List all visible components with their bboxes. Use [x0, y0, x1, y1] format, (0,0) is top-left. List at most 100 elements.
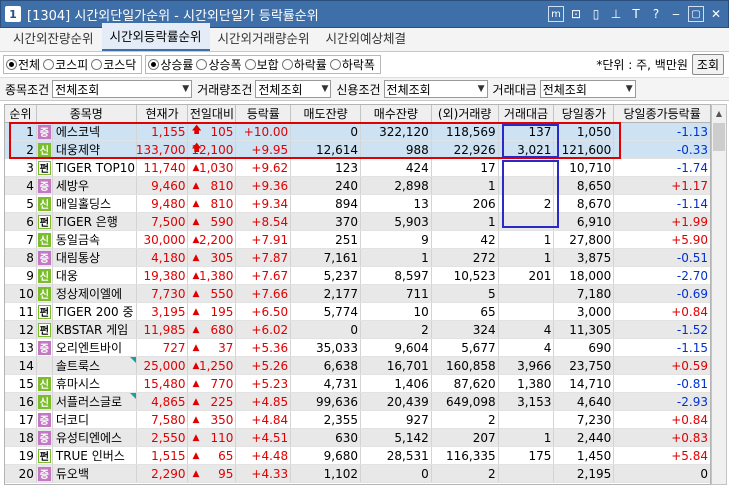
table-row[interactable]: 9 신 대웅 19,380 ▲ 1,380 +7.67 5,237 8,597 10,523 201…: [5, 267, 710, 285]
stock-name-cell[interactable]: 휴마시스: [53, 375, 137, 392]
restore-icon[interactable]: ▢: [688, 6, 704, 22]
stock-name-cell[interactable]: 정상제이엘에: [53, 285, 137, 302]
pin-icon[interactable]: ⊥: [608, 6, 624, 22]
change-cell: ▲ 195: [188, 303, 237, 320]
close-icon[interactable]: ✕: [708, 6, 724, 22]
stock-name-cell[interactable]: 세방우: [53, 177, 137, 194]
link-icon[interactable]: ⊡: [568, 6, 584, 22]
col-change[interactable]: 전일대비: [188, 105, 237, 122]
table-row[interactable]: 17 증 더코디 7,580 ▲ 350 +4.84 2,355 927 2 7,230 +0.84: [5, 411, 710, 429]
vertical-scrollbar[interactable]: ▲: [711, 104, 727, 485]
change-cell: ▲ 65: [188, 447, 237, 464]
table-row[interactable]: 14 솔트룩스 25,000 ▲ 1,250 +5.26 6,638 16,701 160,85…: [5, 357, 710, 375]
stock-name-cell[interactable]: 더코디: [53, 411, 137, 428]
table-row[interactable]: 10 신 정상제이엘에 7,730 ▲ 550 +7.66 2,177 711 5 7,180 -0.…: [5, 285, 710, 303]
stock-name-cell[interactable]: TIGER 은행: [53, 213, 137, 230]
buy-remaining-cell: 2: [361, 321, 432, 338]
scroll-up-icon[interactable]: ▲: [712, 105, 726, 121]
dash-icon[interactable]: ‒: [668, 6, 684, 22]
amount-condition-select[interactable]: 전체조회 ▼: [539, 80, 636, 98]
table-row[interactable]: 12 펀 KBSTAR 게임 11,985 ▲ 680 +6.02 0 2 324 4 11,305 -…: [5, 321, 710, 339]
stock-name-cell[interactable]: 동일금속: [53, 231, 137, 248]
rank-cell: 14: [5, 357, 37, 374]
table-row[interactable]: 18 증 유성티엔에스 2,550 ▲ 110 +4.51 630 5,142 207 1 2,440…: [5, 429, 710, 447]
tab-after-hours-remaining[interactable]: 시간외잔량순위: [5, 25, 102, 51]
radio-sort-flat[interactable]: 보합: [244, 56, 279, 73]
volume-cell: 324: [432, 321, 499, 338]
stock-name-cell[interactable]: 매일홀딩스: [53, 195, 137, 212]
radio-sort-up-amount[interactable]: 상승폭: [196, 56, 242, 73]
credit-condition-select[interactable]: 전체조회 ▼: [383, 80, 488, 98]
trade-amount-cell: 4: [499, 321, 555, 338]
price-cell: 7,730: [137, 285, 189, 302]
stock-name-cell[interactable]: KBSTAR 게임: [53, 321, 137, 338]
radio-sort-up-rate[interactable]: 상승률: [148, 56, 193, 73]
change-cell: ▲ 225: [188, 393, 237, 410]
col-sell-remaining[interactable]: 매도잔량: [291, 105, 361, 122]
stock-name-cell[interactable]: TIGER 200 중: [53, 303, 137, 320]
table-row[interactable]: 19 펀 TRUE 인버스 1,515 ▲ 65 +4.48 9,680 28,531 116,3…: [5, 447, 710, 465]
stock-name-cell[interactable]: 대림통상: [53, 249, 137, 266]
stock-name-cell[interactable]: 오리엔트바이: [53, 339, 137, 356]
filter-row: 전체 코스피 코스닥 상승률 상승폭 보합 하락률 하락폭 *단위 : 주, 백…: [0, 52, 729, 76]
col-rate[interactable]: 등락률: [236, 105, 292, 122]
volume-cell: 87,620: [432, 375, 499, 392]
volume-condition-select[interactable]: 전체조회 ▼: [255, 80, 332, 98]
up-triangle-icon: ▲: [192, 378, 200, 389]
minimize-box-icon[interactable]: m: [548, 6, 564, 22]
scroll-thumb[interactable]: [713, 123, 725, 151]
sell-remaining-cell: 0: [291, 321, 361, 338]
text-icon[interactable]: T: [628, 6, 644, 22]
close-rate-cell: -0.33: [676, 142, 708, 157]
table-row[interactable]: 6 펀 TIGER 은행 7,500 ▲ 590 +8.54 370 5,903 1 6,910 +1…: [5, 213, 710, 231]
col-rank[interactable]: 순위: [5, 105, 37, 122]
tab-after-hours-change-rate[interactable]: 시간외등락률순위: [101, 23, 210, 51]
col-close-price[interactable]: 당일종가: [554, 105, 615, 122]
stock-name-cell[interactable]: 대웅: [53, 267, 137, 284]
table-row[interactable]: 3 펀 TIGER TOP10 11,740 ▲ 1,030 +9.62 123 424 17 10…: [5, 159, 710, 177]
radio-sort-down-rate[interactable]: 하락률: [281, 56, 327, 73]
sell-remaining-cell: 251: [291, 231, 361, 248]
stock-name-cell[interactable]: 서플러스글로: [53, 393, 137, 410]
table-row[interactable]: 11 펀 TIGER 200 중 3,195 ▲ 195 +6.50 5,774 10 65 3,0…: [5, 303, 710, 321]
badge-cell: 증: [37, 429, 53, 446]
rate-cell: +5.26: [236, 357, 292, 374]
split-icon[interactable]: ▯: [588, 6, 604, 22]
stock-name-cell[interactable]: 유성티엔에스: [53, 429, 137, 446]
radio-sort-down-amount[interactable]: 하락폭: [329, 56, 375, 73]
table-row[interactable]: 13 증 오리엔트바이 727 ▲ 37 +5.36 35,033 9,604 5,677 4 690…: [5, 339, 710, 357]
radio-market-all[interactable]: 전체: [6, 56, 40, 73]
table-row[interactable]: 16 신 서플러스글로 4,865 ▲ 225 +4.85 99,636 20,439 649,0…: [5, 393, 710, 411]
col-close-rate[interactable]: 당일종가등락률: [614, 105, 710, 122]
col-price[interactable]: 현재가: [137, 105, 189, 122]
col-name[interactable]: 종목명: [37, 105, 137, 122]
help-icon[interactable]: ?: [648, 6, 664, 22]
close-price-cell: 3,875: [554, 249, 615, 266]
tab-after-hours-volume[interactable]: 시간외거래량순위: [210, 25, 318, 51]
up-triangle-icon: ▲: [192, 324, 200, 335]
col-volume[interactable]: (외)거래량: [432, 105, 499, 122]
col-trade-amount[interactable]: 거래대금: [499, 105, 555, 122]
col-buy-remaining[interactable]: 매수잔량: [361, 105, 432, 122]
stock-name-cell[interactable]: TRUE 인버스: [53, 447, 137, 464]
stock-type-badge: 펀: [37, 214, 51, 229]
radio-market-kospi[interactable]: 코스피: [43, 56, 88, 73]
amount-condition-label: 거래대금: [492, 82, 537, 97]
close-rate-cell: -0.51: [676, 250, 708, 265]
table-row[interactable]: 15 신 휴마시스 15,480 ▲ 770 +5.23 4,731 1,406 87,620 1,…: [5, 375, 710, 393]
badge-cell: 신: [37, 231, 53, 248]
buy-remaining-cell: 0: [361, 465, 432, 482]
stock-name-cell[interactable]: 솔트룩스: [53, 357, 137, 374]
tab-after-hours-expected[interactable]: 시간외예상체결: [318, 25, 415, 51]
stock-name-cell[interactable]: TIGER TOP10: [53, 159, 137, 176]
stock-condition-select[interactable]: 전체조회 ▼: [52, 80, 193, 98]
table-row[interactable]: 8 증 대림통상 4,180 ▲ 305 +7.87 7,161 1 272 1 3,875 -0.51: [5, 249, 710, 267]
table-row[interactable]: 7 신 동일금속 30,000 ▲ 2,200 +7.91 251 9 42 1 27,800 +5.9…: [5, 231, 710, 249]
table-row[interactable]: 20 증 듀오백 2,290 ▲ 95 +4.33 1,102 0 2 2,195 0: [5, 465, 710, 483]
table-row[interactable]: 5 신 매일홀딩스 9,480 ▲ 810 +9.34 894 13 206 2 8,670 -1.14: [5, 195, 710, 213]
table-row[interactable]: 4 증 세방우 9,460 ▲ 810 +9.36 240 2,898 1 8,650 +1.17: [5, 177, 710, 195]
change-cell: ▲ 770: [188, 375, 237, 392]
search-button[interactable]: 조회: [691, 53, 724, 75]
stock-name-cell[interactable]: 듀오백: [53, 465, 137, 482]
radio-market-kosdaq[interactable]: 코스닥: [91, 56, 136, 73]
